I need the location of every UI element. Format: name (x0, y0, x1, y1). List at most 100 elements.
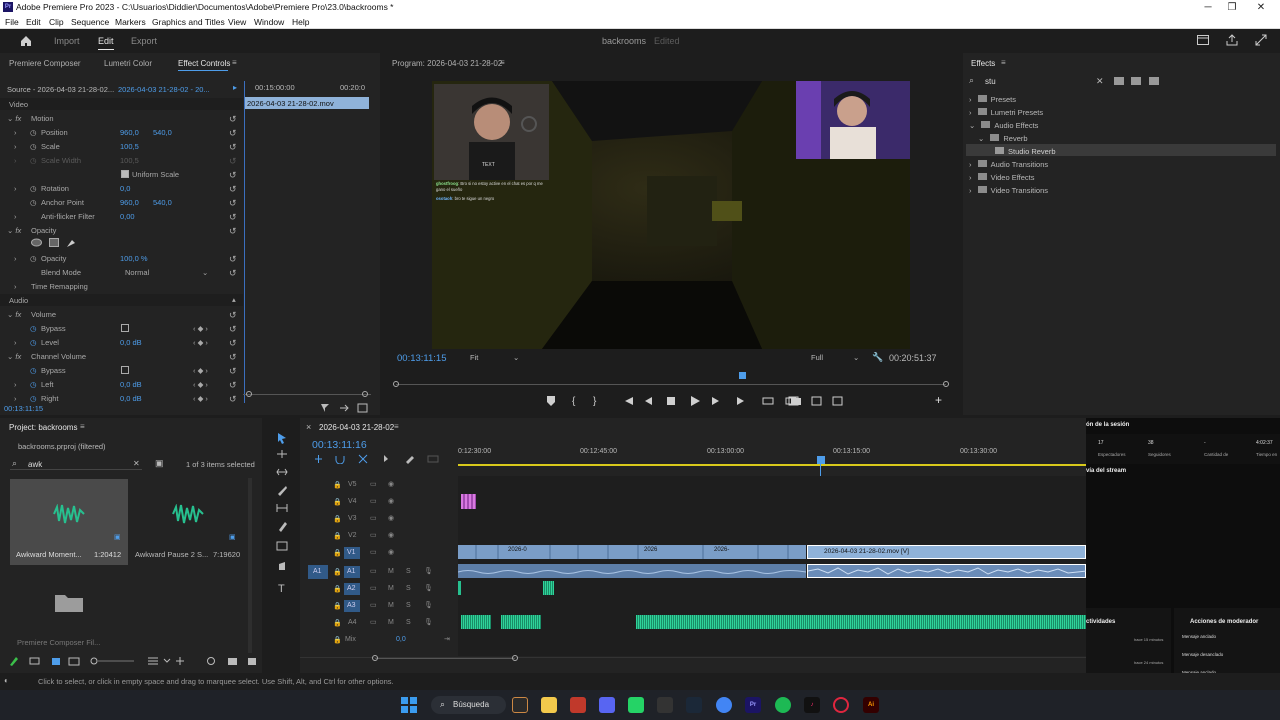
volume-row[interactable]: ⌄ fx Volume ↺ (0, 307, 245, 321)
wrench-icon[interactable]: 🔧 (872, 352, 883, 363)
tree-video-transitions[interactable]: › Video Transitions (969, 186, 1048, 195)
filter-icons[interactable] (1113, 76, 1159, 86)
play-only-icon[interactable]: ▸ (233, 83, 237, 92)
project-item-2[interactable]: ▣ Awkward Pause 2 S... 7:19620 (130, 479, 245, 565)
zoom-handle-left[interactable] (246, 391, 252, 397)
spotify-icon[interactable] (775, 697, 791, 713)
minimize-button[interactable]: ─ (1200, 1, 1216, 14)
uniform-scale-checkbox[interactable] (121, 170, 129, 178)
clip-v1-segments[interactable]: 2026-0 2026 2026- (458, 545, 806, 559)
close-sequence-icon[interactable]: × (306, 422, 311, 432)
menu-view[interactable]: View (228, 17, 246, 27)
share-icon[interactable] (1226, 34, 1238, 46)
rotation-value[interactable]: 0,0 (120, 184, 130, 193)
program-video-frame[interactable]: TEXT ghostfroog: Bro si no estoy active … (432, 81, 910, 349)
timeline-tool-icons[interactable] (314, 454, 444, 464)
anchor-x-value[interactable]: 960,0 (120, 198, 139, 207)
channel-volume-row[interactable]: ⌄ fx Channel Volume ↺ (0, 349, 245, 363)
effects-search-input[interactable]: stu (985, 77, 996, 86)
scrubber-out[interactable] (943, 381, 949, 387)
program-menu-icon[interactable]: ≡ (500, 58, 505, 67)
menu-markers[interactable]: Markers (115, 17, 146, 27)
menu-clip[interactable]: Clip (49, 17, 64, 27)
timeline-zoom-in[interactable] (372, 655, 378, 661)
bypass2-checkbox[interactable] (121, 366, 129, 374)
panel-icon[interactable] (1197, 35, 1209, 46)
project-clear-icon[interactable]: ✕ (133, 459, 140, 468)
tree-video-effects[interactable]: › Video Effects (969, 173, 1035, 182)
clip-a1-linked[interactable] (457, 564, 807, 578)
menu-file[interactable]: File (5, 17, 19, 27)
sequence-clip-dropdown[interactable]: 2026-04-03 21-28-02 - 20... (118, 85, 210, 94)
fit-dropdown[interactable]: Fit (470, 353, 478, 362)
clip-a4-2[interactable] (501, 615, 541, 629)
taskbar-app-icon-2[interactable] (570, 697, 586, 713)
illustrator-icon[interactable]: Ai (863, 697, 879, 713)
close-button[interactable]: ✕ (1253, 1, 1269, 14)
tab-export[interactable]: Export (131, 36, 157, 46)
fullscreen-icon[interactable] (1255, 34, 1267, 46)
scale-value[interactable]: 100,5 (120, 142, 139, 151)
home-icon[interactable] (20, 35, 32, 47)
blend-mode-select[interactable]: Normal (125, 268, 149, 277)
motion-row[interactable]: ⌄ fx Motion ↺ (0, 111, 245, 125)
clip-a4-3[interactable] (636, 615, 1086, 629)
menu-edit[interactable]: Edit (26, 17, 41, 27)
project-footer-tools[interactable] (8, 655, 258, 667)
clip-a1-main[interactable] (807, 564, 1088, 578)
sequence-tab[interactable]: 2026-04-03 21-28-02 (319, 423, 394, 432)
opacity-section-row[interactable]: ⌄ fx Opacity ↺ (0, 223, 245, 237)
steam-icon[interactable] (686, 697, 702, 713)
premiere-taskbar-icon[interactable]: Pr (745, 697, 761, 713)
project-menu-icon[interactable]: ≡ (80, 422, 85, 431)
program-playhead[interactable] (739, 372, 746, 379)
opacity-value[interactable]: 100,0 % (120, 254, 148, 263)
file-explorer-icon[interactable] (541, 697, 557, 713)
tree-audio-transitions[interactable]: › Audio Transitions (969, 160, 1048, 169)
rectangle-mask-icon[interactable] (49, 238, 59, 248)
taskbar-search[interactable]: ⌕ Búsqueda (431, 696, 506, 714)
tab-effect-controls[interactable]: Effect Controls (178, 59, 230, 68)
clip-a2-edge[interactable] (458, 581, 461, 595)
menu-help[interactable]: Help (292, 17, 309, 27)
whatsapp-icon[interactable] (628, 697, 644, 713)
tool-icons[interactable]: T (276, 432, 288, 592)
chrome-icon[interactable] (716, 697, 732, 713)
tab-edit[interactable]: Edit (98, 36, 114, 50)
timeline-zoom-bar[interactable] (375, 658, 515, 659)
tab-import[interactable]: Import (54, 36, 80, 46)
antiflicker-value[interactable]: 0,00 (120, 212, 135, 221)
menu-sequence[interactable]: Sequence (71, 17, 109, 27)
anchor-y-value[interactable]: 540,0 (153, 198, 172, 207)
menu-window[interactable]: Window (254, 17, 284, 27)
sequence-menu-icon[interactable]: ≡ (394, 422, 399, 431)
taskbar-app-icon-1[interactable] (512, 697, 528, 713)
timeline-tracks[interactable]: 2026-0 2026 2026- 2026-04-03 21-28-02.mo… (457, 476, 1088, 656)
source-patch-a1[interactable]: A1 (308, 565, 328, 579)
tree-studio-reverb[interactable]: Studio Reverb (995, 147, 1056, 156)
position-x-value[interactable]: 960,0 (120, 128, 139, 137)
discord-icon[interactable] (599, 697, 615, 713)
ec-footer-icons[interactable] (320, 403, 370, 413)
quality-dropdown[interactable]: Full (811, 353, 823, 362)
program-scrubber[interactable] (396, 384, 946, 385)
level-value[interactable]: 0,0 dB (120, 338, 142, 347)
position-y-value[interactable]: 540,0 (153, 128, 172, 137)
tab-premiere-composer[interactable]: Premiere Composer (9, 59, 81, 68)
add-button-icon[interactable]: + (935, 393, 942, 407)
project-search-input[interactable]: awk (28, 460, 42, 469)
menu-graphics-titles[interactable]: Graphics and Titles (152, 17, 225, 27)
windows-start-icon[interactable] (401, 697, 417, 713)
project-item-3[interactable]: Premiere Composer Fil... (10, 570, 128, 647)
tree-presets[interactable]: › Presets (969, 95, 1016, 104)
time-ruler[interactable] (458, 456, 1086, 464)
right-value[interactable]: 0,0 dB (120, 394, 142, 403)
project-item-1[interactable]: ▣ Awkward Moment... 1:20412 (10, 479, 128, 565)
clip-bar[interactable]: 2026-04-03 21-28-02.mov (244, 97, 369, 109)
tree-lumetri-presets[interactable]: › Lumetri Presets (969, 108, 1043, 117)
tree-reverb[interactable]: ⌄ Reverb (978, 134, 1028, 143)
panel-menu-icon[interactable]: ≡ (232, 58, 237, 67)
maximize-button[interactable]: ❐ (1224, 1, 1240, 14)
zoom-handle-right[interactable] (362, 391, 368, 397)
tiktok-icon[interactable]: ♪ (804, 697, 820, 713)
